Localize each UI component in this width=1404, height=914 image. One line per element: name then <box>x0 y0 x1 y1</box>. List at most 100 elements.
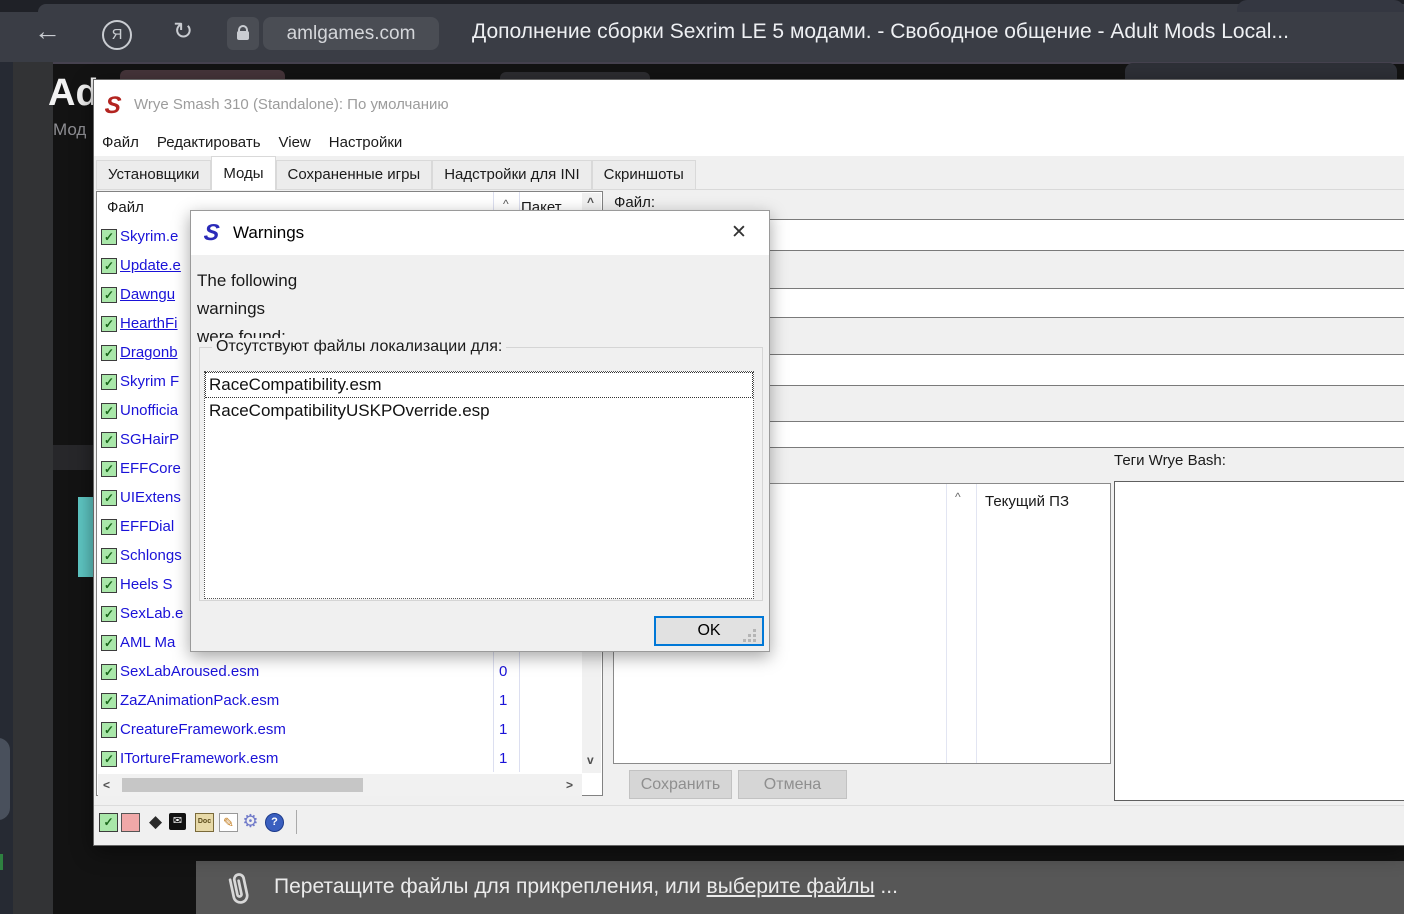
missing-files-list[interactable]: RaceCompatibility.esmRaceCompatibilityUS… <box>204 371 754 599</box>
file-field-label: Файл: <box>614 194 655 211</box>
dropzone-suffix: ... <box>875 875 898 898</box>
mod-label: Dawngu <box>120 286 175 303</box>
mod-checkbox-icon[interactable]: ✓ <box>101 258 117 274</box>
resize-grip[interactable] <box>753 639 756 642</box>
mod-checkbox-icon[interactable]: ✓ <box>101 461 117 477</box>
tab-Моды[interactable]: Моды <box>211 156 275 190</box>
mod-label: Skyrim F <box>120 373 179 390</box>
lock-icon <box>237 31 249 40</box>
green-checkbox-icon[interactable] <box>99 813 118 832</box>
sort-arrow-icon[interactable]: ^ <box>503 197 509 211</box>
mod-checkbox-icon[interactable]: ✓ <box>101 229 117 245</box>
menu-item-3[interactable]: Настройки <box>329 134 403 151</box>
page-nav-label: Мод <box>53 120 86 140</box>
pink-checkbox-icon[interactable] <box>121 813 140 832</box>
scroll-down-icon[interactable]: v <box>587 753 594 767</box>
mod-label: Dragonb <box>120 344 178 361</box>
mod-label: CreatureFramework.esm <box>120 721 286 738</box>
horizontal-scrollbar[interactable]: < > <box>98 774 582 796</box>
package-count: 0 <box>499 663 507 680</box>
browser-active-tab[interactable] <box>38 4 1404 12</box>
window-title: Wrye Smash 310 (Standalone): По умолчани… <box>134 96 449 113</box>
save-button[interactable]: Сохранить <box>629 770 732 799</box>
wrye-app-icon: S <box>104 92 123 120</box>
browser-other-tab[interactable] <box>1237 0 1404 12</box>
column-header-file[interactable]: Файл <box>107 199 144 216</box>
page-card-divider <box>53 445 93 470</box>
refresh-icon[interactable]: ↻ <box>173 17 193 46</box>
yandex-logo-icon[interactable]: Я <box>102 20 132 50</box>
back-icon[interactable]: ← <box>34 16 61 47</box>
tab-Сохраненные игры[interactable]: Сохраненные игры <box>276 160 433 189</box>
choose-files-link[interactable]: выберите файлы <box>707 875 875 898</box>
dialog-message-line: warnings <box>197 295 297 323</box>
mod-checkbox-icon[interactable]: ✓ <box>101 316 117 332</box>
tab-Установщики[interactable]: Установщики <box>96 160 211 189</box>
mod-checkbox-icon[interactable]: ✓ <box>101 693 117 709</box>
help-icon[interactable] <box>265 813 284 832</box>
attachment-dropzone[interactable]: Перетащите файлы для прикрепления, или в… <box>196 861 1404 914</box>
mod-row[interactable]: ✓CreatureFramework.esm 1 <box>97 716 581 745</box>
site-lock-button[interactable] <box>227 17 259 50</box>
package-count: 1 <box>499 721 507 738</box>
column-divider <box>976 484 977 763</box>
mod-row[interactable]: ✓ITortureFramework.esm1 <box>97 745 581 774</box>
tab-Скриншоты[interactable]: Скриншоты <box>592 160 696 189</box>
dropzone-prefix: Перетащите файлы для прикрепления, или <box>274 875 707 898</box>
mod-row[interactable]: ✓SexLabAroused.esm0 <box>97 658 581 687</box>
mod-checkbox-icon[interactable]: ✓ <box>101 432 117 448</box>
browser-tab-title: Дополнение сборки Sexrim LE 5 модами. - … <box>472 20 1289 44</box>
mod-checkbox-icon[interactable]: ✓ <box>101 606 117 622</box>
mod-checkbox-icon[interactable]: ✓ <box>101 287 117 303</box>
close-icon[interactable]: ✕ <box>731 221 747 244</box>
bash-tags-label: Теги Wrye Bash: <box>1114 452 1226 469</box>
mod-label: EFFCore <box>120 460 181 477</box>
menu-item-2[interactable]: View <box>279 134 311 151</box>
mod-checkbox-icon[interactable]: ✓ <box>101 751 117 767</box>
mod-checkbox-icon[interactable]: ✓ <box>101 548 117 564</box>
mod-checkbox-icon[interactable]: ✓ <box>101 635 117 651</box>
scroll-up-icon[interactable]: ^ <box>587 195 594 209</box>
mod-checkbox-icon[interactable]: ✓ <box>101 519 117 535</box>
mod-row[interactable]: ✓ZaZAnimationPack.esm1 <box>97 687 581 716</box>
mod-checkbox-icon[interactable]: ✓ <box>101 722 117 738</box>
missing-file-item[interactable]: RaceCompatibilityUSKPOverride.esp <box>205 398 753 424</box>
warnings-dialog: S Warnings ✕ The following warnings were… <box>190 210 770 652</box>
diamond-icon[interactable] <box>147 813 164 830</box>
mod-checkbox-icon[interactable]: ✓ <box>101 374 117 390</box>
toolbar-separator <box>296 810 297 834</box>
mod-checkbox-icon[interactable]: ✓ <box>101 664 117 680</box>
mod-checkbox-icon[interactable]: ✓ <box>101 577 117 593</box>
missing-file-item[interactable]: RaceCompatibility.esm <box>205 372 753 398</box>
edit-doc-icon[interactable] <box>219 813 238 832</box>
address-bar[interactable]: amlgames.com <box>263 17 439 50</box>
tab-strip: УстановщикиМодыСохраненные игрыНадстройк… <box>96 156 1404 190</box>
ok-button[interactable]: OK <box>654 616 764 646</box>
scroll-right-icon[interactable]: > <box>566 778 573 792</box>
envelope-icon[interactable] <box>169 813 186 830</box>
menu-item-0[interactable]: Файл <box>102 134 139 151</box>
column-header-current-lo[interactable]: Текущий ПЗ <box>985 493 1069 510</box>
scrollbar-thumb[interactable] <box>122 778 363 792</box>
scroll-left-icon[interactable]: < <box>103 778 110 792</box>
wrye-dialog-icon: S <box>203 219 221 246</box>
paperclip-icon <box>218 867 259 911</box>
mod-label: ITortureFramework.esm <box>120 750 278 767</box>
doc-icon[interactable] <box>195 813 214 832</box>
mod-label: Unofficia <box>120 402 178 419</box>
mod-label: Schlongs <box>120 547 182 564</box>
menu-item-1[interactable]: Редактировать <box>157 134 261 151</box>
bash-tags-box[interactable] <box>1114 481 1404 801</box>
tab-Надстройки для INI[interactable]: Надстройки для INI <box>432 160 591 189</box>
dialog-title: Warnings <box>233 223 304 243</box>
mod-checkbox-icon[interactable]: ✓ <box>101 345 117 361</box>
gear-icon[interactable] <box>242 813 259 830</box>
mod-checkbox-icon[interactable]: ✓ <box>101 403 117 419</box>
mod-checkbox-icon[interactable]: ✓ <box>101 490 117 506</box>
mod-label: SGHairP <box>120 431 179 448</box>
browser-toolbar: ← Я ↻ amlgames.com Дополнение сборки Sex… <box>0 0 1404 64</box>
cancel-button[interactable]: Отмена <box>738 770 847 799</box>
mod-label: Skyrim.e <box>120 228 178 245</box>
sort-arrow-icon[interactable]: ^ <box>955 490 961 504</box>
screen: ← Я ↻ amlgames.com Дополнение сборки Sex… <box>0 0 1404 914</box>
